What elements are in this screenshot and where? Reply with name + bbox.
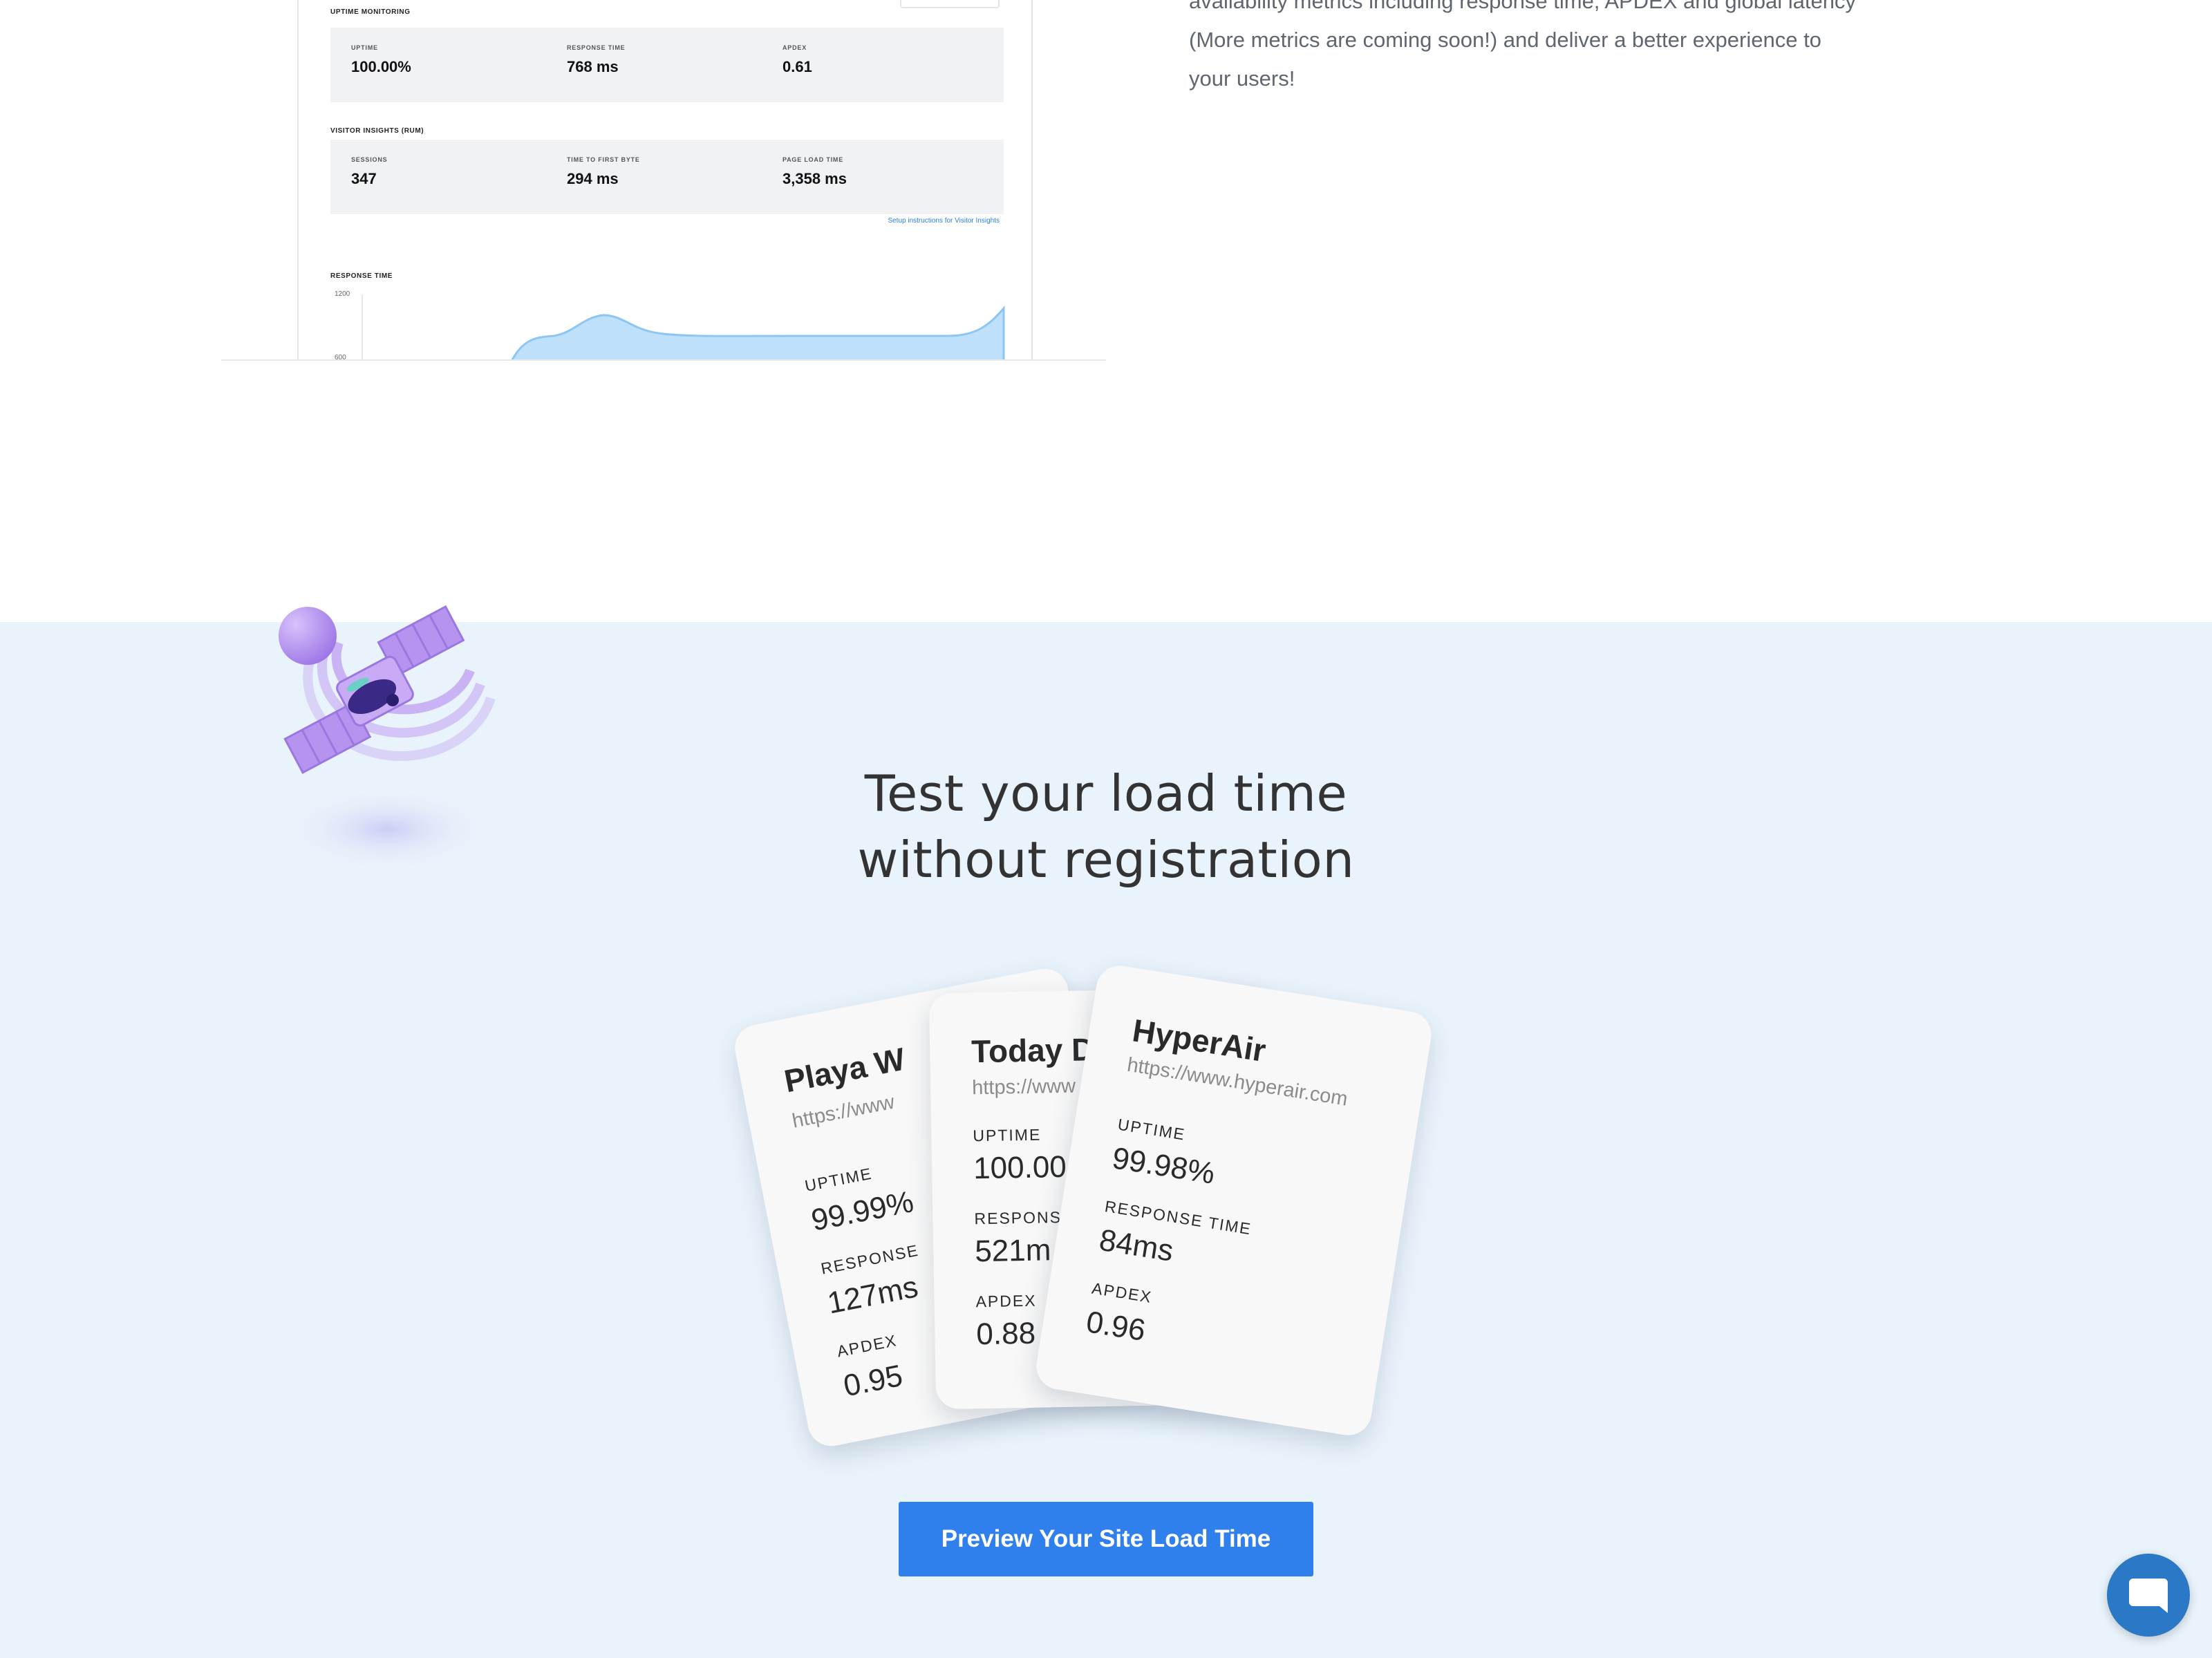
description-line: (More metrics are coming soon!) and deli… [1189,28,1821,52]
response-time-chart [362,294,1005,359]
card-apdex-value: 0.95 [841,1358,906,1404]
card-apdex-value: 0.88 [975,1316,1036,1352]
features-description: availability metrics including response … [1189,0,1949,98]
chart-area [511,305,1005,359]
features-section: UPTIME MONITORING UPTIME 100.00% RESPONS… [0,0,2212,622]
headline-line: without registration [857,831,1355,889]
card-response-value: 84ms [1096,1223,1176,1268]
headline-line: Test your load time [864,764,1348,822]
card-site-name: Today D [971,1031,1095,1070]
dashboard-panel: UPTIME MONITORING UPTIME 100.00% RESPONS… [297,0,1033,359]
card-site-url: https://www [790,1091,897,1133]
load-time-test-section: Test your load time without registration… [0,605,2212,1658]
section-headline: Test your load time without registration [0,760,2212,893]
card-apdex-value: 0.96 [1084,1305,1148,1348]
card-apdex-label: APDEX [835,1331,899,1361]
card-uptime-value: 99.99% [808,1185,917,1238]
card-apdex-label: APDEX [1090,1279,1154,1307]
card-uptime-value: 99.98% [1109,1141,1217,1191]
card-uptime-label: UPTIME [1116,1115,1187,1144]
preview-load-time-button[interactable]: Preview Your Site Load Time [899,1502,1313,1576]
card-response-value: 521m [974,1233,1051,1269]
card-response-value: 127ms [825,1270,921,1321]
chat-bubble-icon [2129,1579,2168,1613]
description-line: your users! [1189,66,1295,91]
card-apdex-label: APDEX [975,1291,1037,1311]
card-uptime-value: 100.00 [973,1149,1067,1186]
site-card-hyperair: HyperAir https://www.hyperair.com UPTIME… [1033,962,1435,1439]
chat-widget-button[interactable] [2107,1554,2190,1637]
card-uptime-label: UPTIME [803,1164,874,1195]
card-site-url: https://www [971,1075,1076,1100]
dashboard-screenshot: UPTIME MONITORING UPTIME 100.00% RESPONS… [221,0,1106,361]
description-line: availability metrics including response … [1189,0,1856,13]
card-uptime-label: UPTIME [973,1125,1042,1145]
